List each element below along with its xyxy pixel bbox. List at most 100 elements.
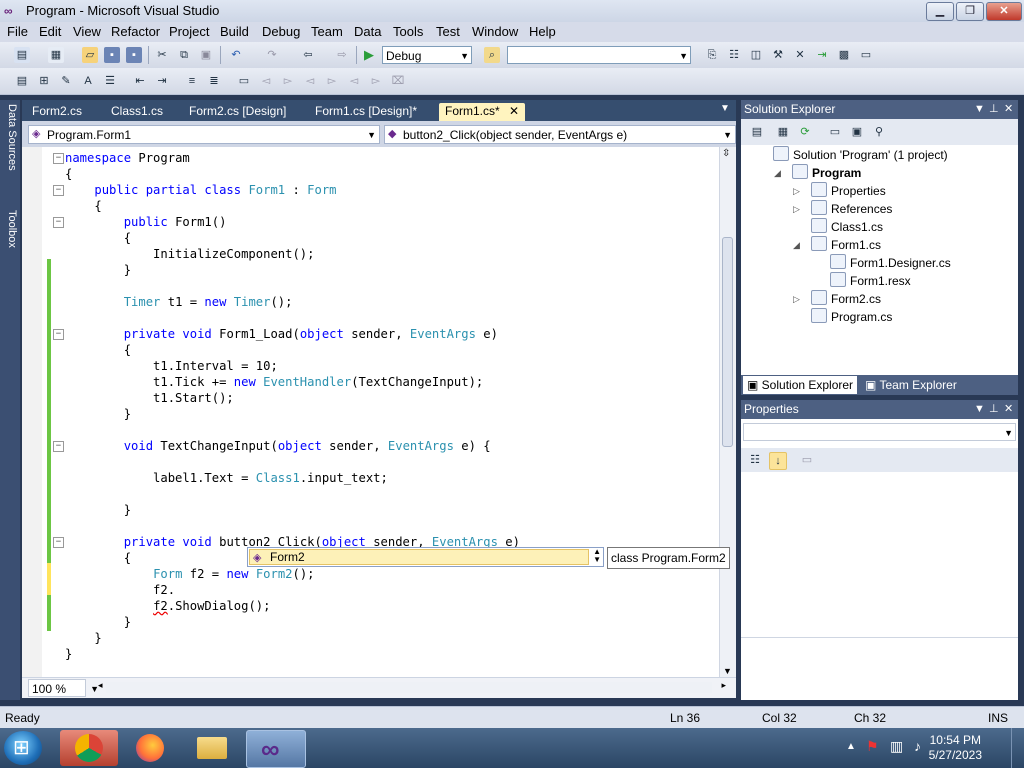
menu-file[interactable]: File [7,24,28,39]
save-all-icon[interactable]: ▪ [126,47,142,63]
new-project-icon[interactable]: ▤ [14,47,30,63]
close-tab-icon[interactable]: ✕ [509,104,519,118]
show-hidden-icons-icon[interactable]: ▲ [846,741,856,752]
menu-data[interactable]: Data [354,24,381,39]
uncomment-lines-icon[interactable]: ≣ [206,73,222,89]
code-line[interactable]: t1.Interval = 10; [65,358,278,374]
tab-form1-cs[interactable]: Form1.cs* ✕ [439,103,526,121]
word-completion-icon[interactable]: A [80,73,96,89]
scroll-left-icon[interactable]: ◂ [98,680,103,691]
code-line[interactable]: } [65,630,101,646]
fold-marker[interactable]: − [53,217,64,228]
properties-icon[interactable]: ▤ [749,124,765,140]
navigate-backward-icon[interactable]: ⇦ [300,47,316,63]
find-in-files-icon[interactable]: ⌕ [484,47,500,63]
open-folder-icon[interactable]: ▱ [82,47,98,63]
editor-vertical-scrollbar[interactable]: ⇳ ▼ [719,147,736,677]
code-line[interactable]: label1.Text = Class1.input_text; [65,470,388,486]
code-line[interactable]: { [65,166,72,182]
fold-marker[interactable]: − [53,153,64,164]
tree-item[interactable]: Solution 'Program' (1 project) [773,146,948,164]
menu-refactor[interactable]: Refactor [111,24,160,39]
tab-form2-design[interactable]: Form2.cs [Design] [189,103,286,121]
menu-team[interactable]: Team [311,24,343,39]
menu-view[interactable]: View [73,24,101,39]
split-handle-icon[interactable]: ⇳ [722,148,730,159]
start-page-icon[interactable]: ⇥ [814,47,830,63]
alphabetical-icon[interactable]: ↓ [769,452,787,470]
tree-item[interactable]: Program.cs [811,308,892,326]
tree-item[interactable]: Class1.cs [811,218,883,236]
next-bookmark-doc-icon[interactable]: ▻ [368,73,384,89]
side-tab-toolbox[interactable]: Toolbox [2,210,18,248]
scroll-right-icon[interactable]: ▸ [721,680,726,691]
code-line[interactable]: { [65,198,101,214]
show-all-files-icon[interactable]: ▦ [775,124,791,140]
prev-bookmark-doc-icon[interactable]: ◅ [346,73,362,89]
categorized-icon[interactable]: ☷ [747,452,763,468]
redo-icon[interactable]: ↷ [264,47,280,63]
expand-toggle-icon[interactable]: ◢ [793,236,800,254]
close-panel-icon[interactable]: ✕ [1004,400,1013,419]
fold-marker[interactable]: − [53,441,64,452]
view-designer-icon[interactable]: ▣ [849,124,865,140]
tree-item[interactable]: ▷ Properties [793,182,886,200]
code-line[interactable]: private void Form1_Load(object sender, E… [65,326,498,342]
editor-horizontal-scrollbar[interactable]: ◂ ▸ [98,680,726,693]
fold-marker[interactable]: − [53,185,64,196]
parameter-info-icon[interactable]: ⊞ [36,73,52,89]
copy-icon[interactable]: ⧉ [176,47,192,63]
toggle-bookmark-icon[interactable]: ▭ [236,73,252,89]
scroll-down-icon[interactable]: ▼ [723,666,732,676]
cut-icon[interactable]: ✂ [154,47,170,63]
tab-team-explorer[interactable]: ▣ Team Explorer [865,376,957,394]
comment-lines-icon[interactable]: ≡ [184,73,200,89]
pin-icon[interactable]: ⊥ [989,400,999,419]
panel-dropdown-icon[interactable]: ▼ [974,400,985,419]
code-line[interactable]: t1.Tick += new EventHandler(TextChangeIn… [65,374,483,390]
minimize-button[interactable]: ▁ [926,2,954,21]
properties-window-icon[interactable]: ☷ [726,47,742,63]
show-desktop-button[interactable] [1011,728,1024,768]
extension-manager-icon[interactable]: ✕ [792,47,808,63]
tab-form1-design[interactable]: Form1.cs [Design]* [315,103,417,121]
network-icon[interactable]: ▥ [890,738,903,755]
code-line[interactable]: f2. [65,582,175,598]
tree-item[interactable]: ▷ Form2.cs [793,290,881,308]
code-line[interactable]: namespace Program [65,150,190,166]
clear-bookmarks-icon[interactable]: ⌧ [390,73,406,89]
menu-debug[interactable]: Debug [262,24,300,39]
increase-indent-icon[interactable]: ⇥ [154,73,170,89]
display-object-members-icon[interactable]: ▤ [14,73,30,89]
menu-test[interactable]: Test [436,24,460,39]
expand-toggle-icon[interactable]: ▷ [793,182,800,200]
next-bookmark-folder-icon[interactable]: ▻ [324,73,340,89]
code-line[interactable]: Form f2 = new Form2(); [65,566,314,582]
add-item-icon[interactable]: ▦ [48,47,64,63]
menu-tools[interactable]: Tools [393,24,423,39]
panel-dropdown-icon[interactable]: ▼ [974,100,985,119]
member-combo[interactable]: ◆ button2_Click(object sender, EventArgs… [384,125,736,144]
volume-icon[interactable]: ♪ [914,738,921,754]
menu-help[interactable]: Help [529,24,556,39]
taskbar-explorer[interactable] [184,730,242,766]
code-line[interactable]: public Form1() [65,214,227,230]
taskbar-visual-studio[interactable]: ∞ [246,730,306,768]
find-combo[interactable]: ▼ [507,46,691,64]
class-view-icon[interactable]: ▩ [836,47,852,63]
tree-item[interactable]: Form1.resx [830,272,911,290]
menu-project[interactable]: Project [169,24,209,39]
view-code-icon[interactable]: ▭ [827,124,843,140]
decrease-indent-icon[interactable]: ⇤ [132,73,148,89]
code-line[interactable]: { [65,550,131,566]
code-line[interactable]: } [65,646,72,662]
tree-item[interactable]: ◢ Program [774,164,861,182]
solution-config-combo[interactable]: Debug ▼ [382,46,472,64]
menu-build[interactable]: Build [220,24,249,39]
taskbar-chrome[interactable] [60,730,118,766]
code-line[interactable]: InitializeComponent(); [65,246,314,262]
paste-icon[interactable]: ▣ [198,47,214,63]
object-selector-combo[interactable]: ▼ [743,423,1016,441]
object-browser-icon[interactable]: ◫ [748,47,764,63]
tab-dropdown-icon[interactable]: ▼ [720,103,730,114]
